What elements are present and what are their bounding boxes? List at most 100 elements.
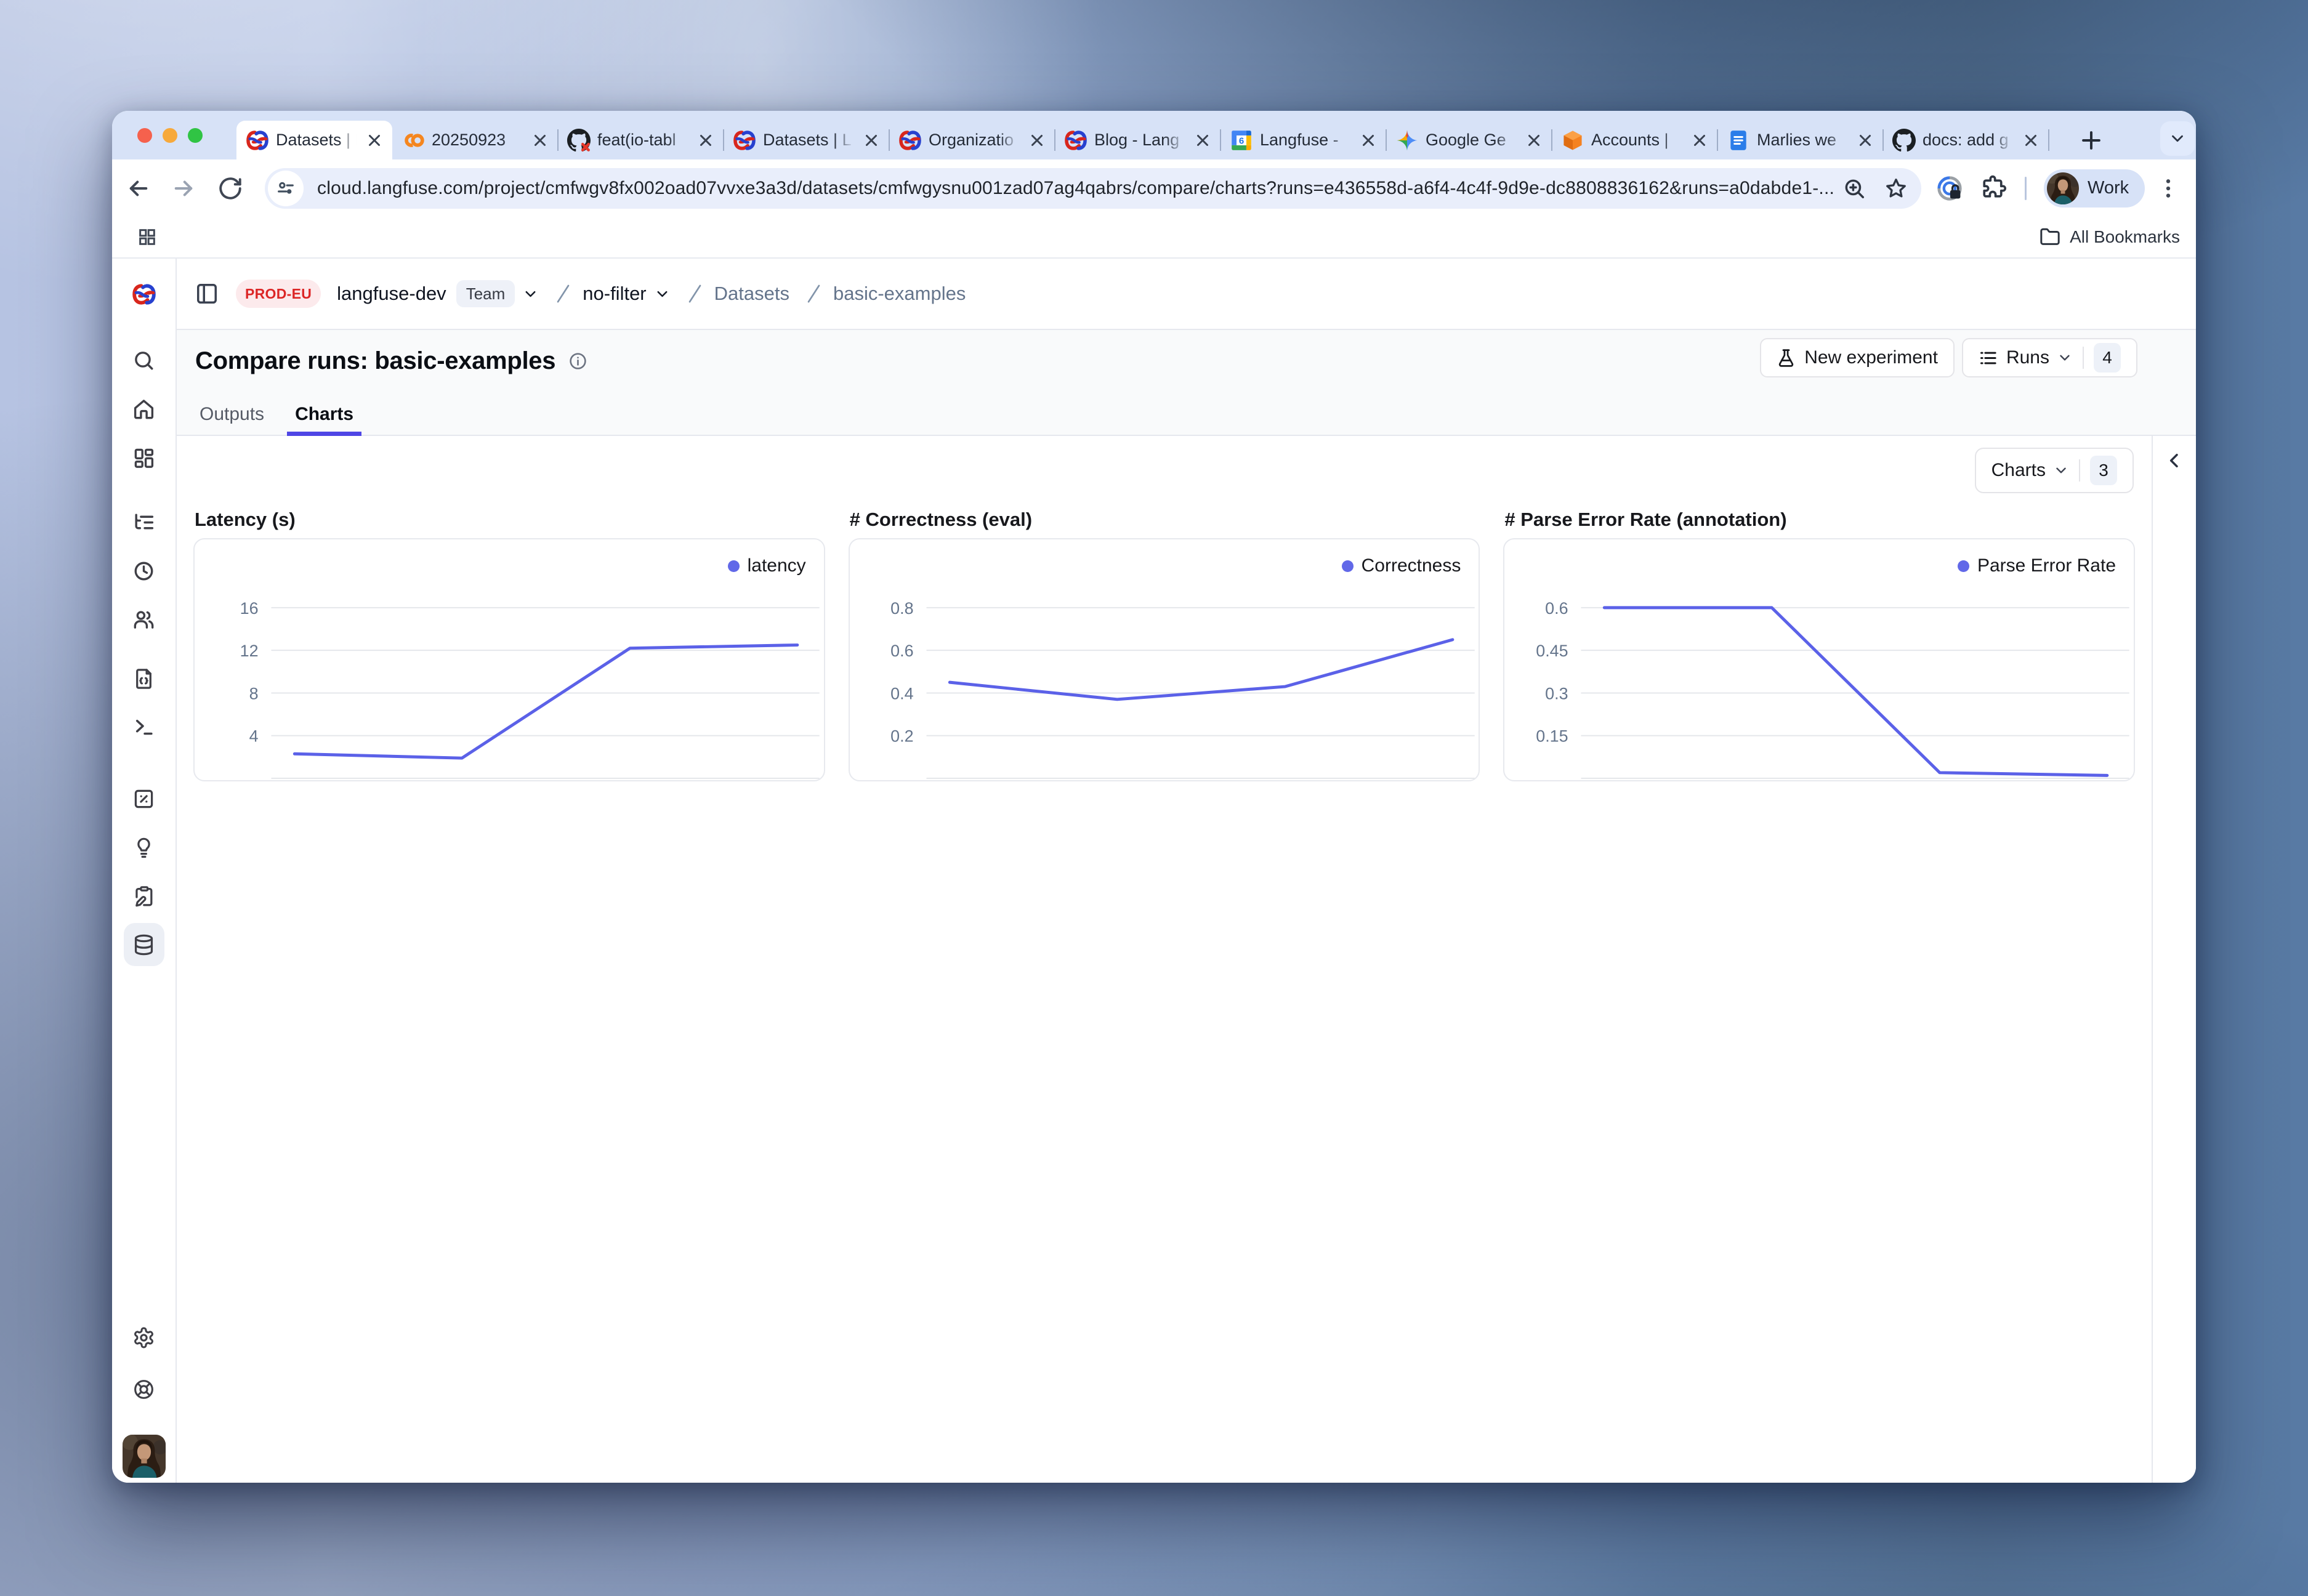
url-text[interactable]: cloud.langfuse.com/project/cmfwgv8fx002o… <box>317 178 1834 199</box>
forward-button[interactable] <box>171 175 196 201</box>
browser-tab[interactable]: Blog - Lang <box>1055 121 1221 159</box>
tab-close-icon[interactable] <box>1690 131 1709 150</box>
breadcrumb-slash-icon <box>552 278 575 309</box>
tab-close-icon[interactable] <box>1856 131 1874 150</box>
legend-label: Parse Error Rate <box>1977 555 2116 576</box>
close-window-button[interactable] <box>137 128 152 143</box>
sidebar-item-annotation[interactable] <box>124 874 164 917</box>
project-chevron-down-icon[interactable] <box>654 286 671 302</box>
tab-close-icon[interactable] <box>1193 131 1212 150</box>
zoom-window-button[interactable] <box>188 128 203 143</box>
annotation-icon <box>132 885 155 908</box>
sidebar-item-insights[interactable] <box>124 826 164 869</box>
address-bar[interactable]: cloud.langfuse.com/project/cmfwgv8fx002o… <box>265 168 1921 209</box>
browser-tab[interactable]: Marlies we <box>1717 121 1883 159</box>
tab-close-icon[interactable] <box>1525 131 1543 150</box>
sidebar-toggle-icon[interactable] <box>195 282 219 305</box>
chart-0: Latency (s)481216latency <box>193 509 825 781</box>
browser-tab[interactable]: feat(io-tabl <box>558 121 724 159</box>
browser-tab[interactable]: Organizatio <box>889 121 1055 159</box>
tracing-icon <box>132 511 155 534</box>
button-separator <box>2083 347 2084 369</box>
new-experiment-button[interactable]: New experiment <box>1760 338 1955 377</box>
sidebar-item-playground[interactable] <box>124 706 164 749</box>
sidebar-item-sessions[interactable] <box>124 549 164 592</box>
minimize-window-button[interactable] <box>163 128 177 143</box>
tab-outputs[interactable]: Outputs <box>192 404 272 435</box>
tab-title: Blog - Lang <box>1094 131 1187 150</box>
charts-menu-button[interactable]: Charts 3 <box>1975 448 2134 493</box>
profile-button[interactable]: Work <box>2044 169 2145 208</box>
sidebar-item-support[interactable] <box>124 1368 164 1411</box>
tab-close-icon[interactable] <box>1359 131 1378 150</box>
all-bookmarks-button[interactable]: All Bookmarks <box>2040 227 2180 248</box>
favicon-langfuse <box>1064 129 1087 152</box>
password-manager-icon[interactable] <box>1936 175 1963 202</box>
org-chevron-down-icon[interactable] <box>522 286 539 302</box>
svg-text:4: 4 <box>249 727 259 746</box>
tab-close-icon[interactable] <box>2022 131 2040 150</box>
svg-text:0.4: 0.4 <box>890 684 913 703</box>
profile-name: Work <box>2088 178 2129 198</box>
tab-close-icon[interactable] <box>696 131 715 150</box>
tab-title: Organizatio <box>929 131 1021 150</box>
sidebar-item-settings[interactable] <box>124 1316 164 1359</box>
tab-close-icon[interactable] <box>1028 131 1046 150</box>
tab-groups-icon[interactable] <box>137 227 158 248</box>
tab-close-icon[interactable] <box>365 131 384 150</box>
sidebar-item-datasets[interactable] <box>124 923 164 966</box>
browser-tab[interactable]: Datasets | L <box>724 121 889 159</box>
browser-tab[interactable]: Langfuse - <box>1221 121 1386 159</box>
tab-close-icon[interactable] <box>531 131 549 150</box>
sidebar-item-dashboards[interactable] <box>124 436 164 479</box>
toolbar-separator <box>2025 177 2027 200</box>
new-tab-button[interactable] <box>2078 127 2105 154</box>
sidebar-item-home[interactable] <box>124 387 164 430</box>
browser-tab[interactable]: Accounts | <box>1552 121 1717 159</box>
browser-tab[interactable]: 20250923 <box>392 121 558 159</box>
breadcrumb-page[interactable]: basic-examples <box>833 283 966 305</box>
chart-legend: latency <box>728 555 806 576</box>
env-badge[interactable]: PROD-EU <box>236 280 321 308</box>
back-button[interactable] <box>126 175 151 201</box>
browser-tab[interactable]: Datasets | L <box>236 121 392 159</box>
legend-dot-icon <box>1958 560 1969 572</box>
legend-label: Correctness <box>1362 555 1461 576</box>
tab-title: Datasets | L <box>276 131 358 150</box>
runs-button[interactable]: Runs 4 <box>1962 338 2137 377</box>
chart-card: 0.150.30.450.6Parse Error Rate <box>1503 538 2135 781</box>
sidebar-item-tracing[interactable] <box>124 501 164 544</box>
tab-charts[interactable]: Charts <box>287 404 361 435</box>
insights-icon <box>132 836 155 859</box>
tab-title: Google Ge <box>1426 131 1518 150</box>
browser-window: Datasets | L20250923feat(io-tablDatasets… <box>112 111 2196 1483</box>
langfuse-logo[interactable] <box>112 259 176 330</box>
legend-dot-icon <box>1342 560 1354 572</box>
sidebar-item-users[interactable] <box>124 598 164 641</box>
sidebar-item-search[interactable] <box>124 339 164 382</box>
tab-close-icon[interactable] <box>862 131 881 150</box>
bookmark-star-icon[interactable] <box>1884 177 1908 200</box>
chart-title: # Parse Error Rate (annotation) <box>1504 509 2135 531</box>
bookmarks-bar: All Bookmarks <box>112 217 2196 259</box>
breadcrumb-project[interactable]: no-filter <box>583 283 646 305</box>
info-icon[interactable] <box>568 352 587 371</box>
breadcrumb-org[interactable]: langfuse-dev <box>337 283 446 305</box>
browser-menu-icon[interactable] <box>2156 176 2181 201</box>
browser-tab[interactable]: Google Ge <box>1386 121 1552 159</box>
list-icon <box>1979 349 1998 368</box>
breadcrumb-section[interactable]: Datasets <box>714 283 789 305</box>
favicon-gdocs <box>1727 129 1750 152</box>
zoom-icon[interactable] <box>1842 177 1866 200</box>
collapse-panel-icon[interactable] <box>2165 451 2184 470</box>
extensions-icon[interactable] <box>1979 175 2006 202</box>
site-settings-icon[interactable] <box>268 171 304 206</box>
reload-button[interactable] <box>217 175 243 201</box>
user-avatar[interactable] <box>123 1435 166 1478</box>
users-icon <box>132 608 155 631</box>
search-icon <box>132 349 155 372</box>
tab-search-button[interactable] <box>2160 121 2195 156</box>
browser-tab[interactable]: docs: add g <box>1883 121 2049 159</box>
sidebar-item-evaluators[interactable] <box>124 777 164 820</box>
sidebar-item-prompts[interactable] <box>124 657 164 700</box>
